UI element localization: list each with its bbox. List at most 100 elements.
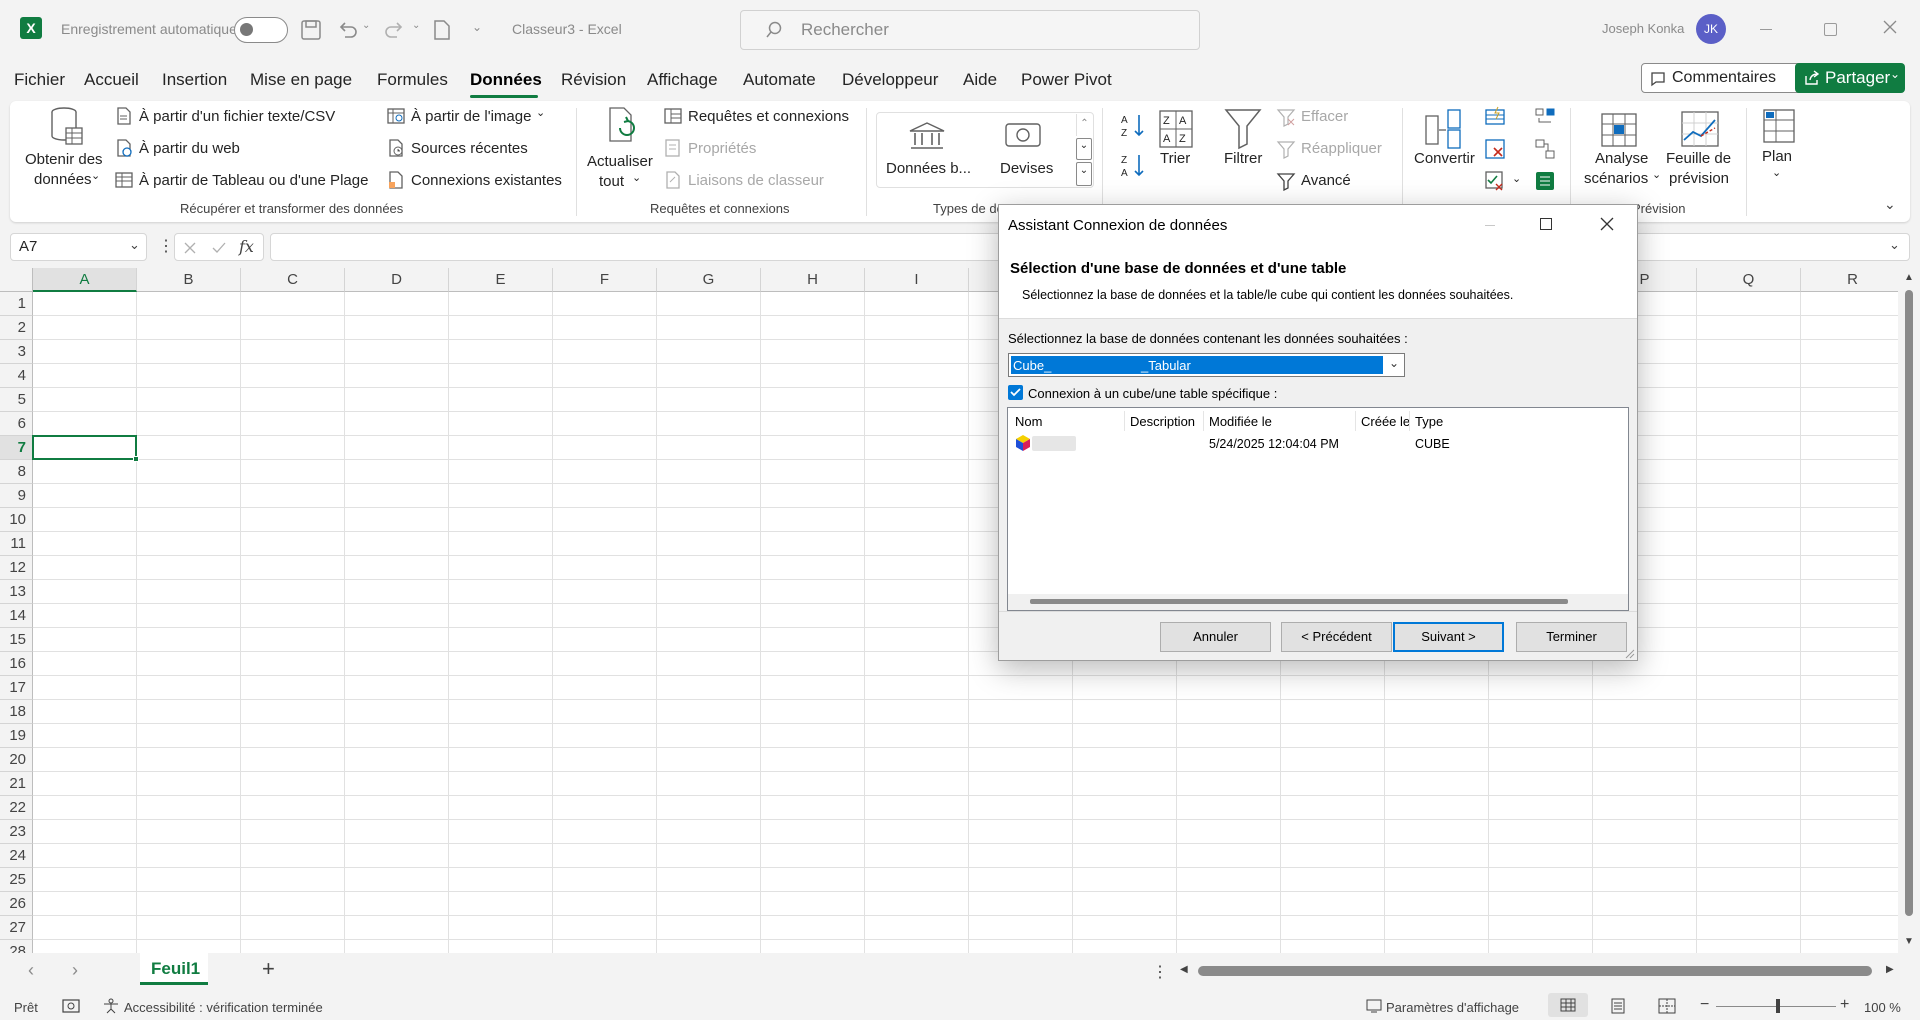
undo-icon[interactable] bbox=[336, 19, 358, 41]
column-header-f[interactable]: F bbox=[553, 268, 657, 292]
column-header-c[interactable]: C bbox=[241, 268, 345, 292]
row-header-20[interactable]: 20 bbox=[0, 748, 33, 772]
get-data-button[interactable]: Obtenir des données ⌄ bbox=[20, 104, 110, 194]
name-box[interactable]: A7 ⌄ bbox=[10, 233, 147, 261]
cancel-button[interactable]: Annuler bbox=[1160, 622, 1271, 652]
list-scroll-thumb[interactable] bbox=[1030, 599, 1568, 604]
tab-mise-en-page[interactable]: Mise en page bbox=[250, 70, 352, 90]
add-sheet-icon[interactable]: + bbox=[262, 956, 275, 982]
scroll-up-icon[interactable]: ▲ bbox=[1904, 272, 1914, 283]
column-header-description[interactable]: Description bbox=[1130, 414, 1195, 429]
row-header-17[interactable]: 17 bbox=[0, 676, 33, 700]
table-row[interactable]: 5/24/2025 12:04:04 PM CUBE bbox=[1008, 432, 1628, 454]
user-avatar[interactable]: JK bbox=[1696, 14, 1726, 44]
from-table-button[interactable]: À partir de Tableau ou d'une Plage bbox=[114, 170, 374, 192]
more-options-icon[interactable]: ⋮ bbox=[1152, 962, 1168, 982]
row-header-10[interactable]: 10 bbox=[0, 508, 33, 532]
tab-developpeur[interactable]: Développeur bbox=[842, 70, 938, 90]
display-settings-icon[interactable] bbox=[1366, 999, 1382, 1013]
row-header-26[interactable]: 26 bbox=[0, 892, 33, 916]
undo-dropdown-icon[interactable]: ⌄ bbox=[362, 20, 370, 31]
redo-icon[interactable] bbox=[384, 19, 406, 41]
tab-fichier[interactable]: Fichier bbox=[14, 70, 65, 90]
scroll-down-icon[interactable]: ▼ bbox=[1904, 936, 1914, 947]
chevron-down-icon[interactable]: ⌄ bbox=[1512, 172, 1521, 185]
row-header-13[interactable]: 13 bbox=[0, 580, 33, 604]
accessibility-icon[interactable] bbox=[102, 998, 120, 1014]
column-header-g[interactable]: G bbox=[657, 268, 761, 292]
manage-data-model-icon[interactable] bbox=[1534, 170, 1556, 192]
minimize-icon[interactable] bbox=[1760, 29, 1772, 30]
share-button[interactable]: Partager ⌄ bbox=[1795, 63, 1905, 93]
macro-recording-icon[interactable] bbox=[62, 998, 80, 1014]
enter-formula-icon[interactable] bbox=[211, 241, 227, 255]
page-layout-icon[interactable] bbox=[1610, 998, 1626, 1014]
sort-button[interactable]: ZAAZ Trier bbox=[1154, 106, 1198, 196]
gallery-scroll-up-button[interactable]: ⌃ bbox=[1076, 114, 1092, 136]
display-settings-label[interactable]: Paramètres d'affichage bbox=[1386, 1000, 1519, 1015]
advanced-filter-button[interactable]: Avancé bbox=[1276, 170, 1396, 192]
tab-revision[interactable]: Révision bbox=[561, 70, 626, 90]
search-box[interactable]: Rechercher bbox=[740, 10, 1200, 50]
zoom-slider-thumb[interactable] bbox=[1776, 999, 1780, 1013]
tab-power-pivot[interactable]: Power Pivot bbox=[1021, 70, 1112, 90]
finish-button[interactable]: Terminer bbox=[1516, 622, 1627, 652]
row-header-6[interactable]: 6 bbox=[0, 412, 33, 436]
datatype-currencies-button[interactable]: Devises bbox=[982, 116, 1066, 184]
datatype-stocks-button[interactable]: Données b... bbox=[882, 116, 972, 184]
what-if-analysis-button[interactable]: Analyse scénarios ⌄ bbox=[1580, 106, 1664, 196]
column-header-d[interactable]: D bbox=[345, 268, 449, 292]
column-header-modified[interactable]: Modifiée le bbox=[1209, 414, 1272, 429]
more-options-icon[interactable]: ⋮ bbox=[158, 236, 174, 256]
normal-view-button[interactable] bbox=[1548, 993, 1588, 1017]
data-validation-icon[interactable] bbox=[1484, 170, 1506, 192]
select-all-corner[interactable] bbox=[0, 268, 33, 292]
expand-formula-icon[interactable]: ⌄ bbox=[1889, 237, 1900, 253]
gallery-more-button[interactable]: ⌄ bbox=[1076, 162, 1092, 186]
page-break-icon[interactable] bbox=[1658, 998, 1676, 1014]
row-header-19[interactable]: 19 bbox=[0, 724, 33, 748]
row-header-22[interactable]: 22 bbox=[0, 796, 33, 820]
flash-fill-icon[interactable] bbox=[1484, 106, 1506, 128]
row-header-7[interactable]: 7 bbox=[0, 436, 33, 460]
forecast-sheet-button[interactable]: Feuille de prévision bbox=[1664, 106, 1740, 196]
zoom-level[interactable]: 100 % bbox=[1864, 1000, 1901, 1015]
column-header-r[interactable]: R bbox=[1801, 268, 1905, 292]
close-icon[interactable] bbox=[1882, 19, 1898, 35]
row-header-28[interactable]: 28 bbox=[0, 940, 33, 953]
row-header-12[interactable]: 12 bbox=[0, 556, 33, 580]
autosave-toggle[interactable] bbox=[234, 17, 288, 43]
tab-insertion[interactable]: Insertion bbox=[162, 70, 227, 90]
next-sheet-icon[interactable]: › bbox=[72, 960, 78, 981]
zoom-in-icon[interactable]: + bbox=[1840, 996, 1849, 1014]
row-header-3[interactable]: 3 bbox=[0, 340, 33, 364]
filter-button[interactable]: Filtrer bbox=[1218, 106, 1268, 196]
row-header-21[interactable]: 21 bbox=[0, 772, 33, 796]
cube-list[interactable]: Nom Description Modifiée le Créée le Typ… bbox=[1007, 407, 1629, 611]
convert-button[interactable]: Convertir bbox=[1410, 106, 1480, 196]
vertical-scrollbar[interactable]: ▲ ▼ bbox=[1898, 268, 1920, 953]
outline-button[interactable]: Plan ⌄ bbox=[1754, 106, 1802, 196]
tab-formules[interactable]: Formules bbox=[377, 70, 448, 90]
column-header-i[interactable]: I bbox=[865, 268, 969, 292]
prev-sheet-icon[interactable]: ‹ bbox=[28, 960, 34, 981]
from-text-csv-button[interactable]: À partir d'un fichier texte/CSV bbox=[114, 106, 354, 128]
relationships-icon[interactable] bbox=[1534, 138, 1556, 160]
tab-automate[interactable]: Automate bbox=[743, 70, 816, 90]
row-header-27[interactable]: 27 bbox=[0, 916, 33, 940]
column-header-q[interactable]: Q bbox=[1697, 268, 1801, 292]
sort-ascending-icon[interactable]: AZ bbox=[1120, 112, 1146, 140]
tab-aide[interactable]: Aide bbox=[963, 70, 997, 90]
zoom-out-icon[interactable]: − bbox=[1700, 996, 1709, 1014]
row-header-24[interactable]: 24 bbox=[0, 844, 33, 868]
resize-grip-icon[interactable] bbox=[1623, 647, 1635, 659]
tab-affichage[interactable]: Affichage bbox=[647, 70, 718, 90]
row-header-4[interactable]: 4 bbox=[0, 364, 33, 388]
row-header-23[interactable]: 23 bbox=[0, 820, 33, 844]
vertical-scroll-thumb[interactable] bbox=[1905, 290, 1913, 916]
customize-qat-icon[interactable]: ⌄ bbox=[472, 20, 482, 34]
redo-dropdown-icon[interactable]: ⌄ bbox=[412, 20, 420, 31]
dialog-maximize-icon[interactable] bbox=[1540, 218, 1552, 230]
remove-duplicates-icon[interactable] bbox=[1484, 138, 1506, 160]
existing-connections-button[interactable]: Connexions existantes bbox=[386, 170, 576, 192]
